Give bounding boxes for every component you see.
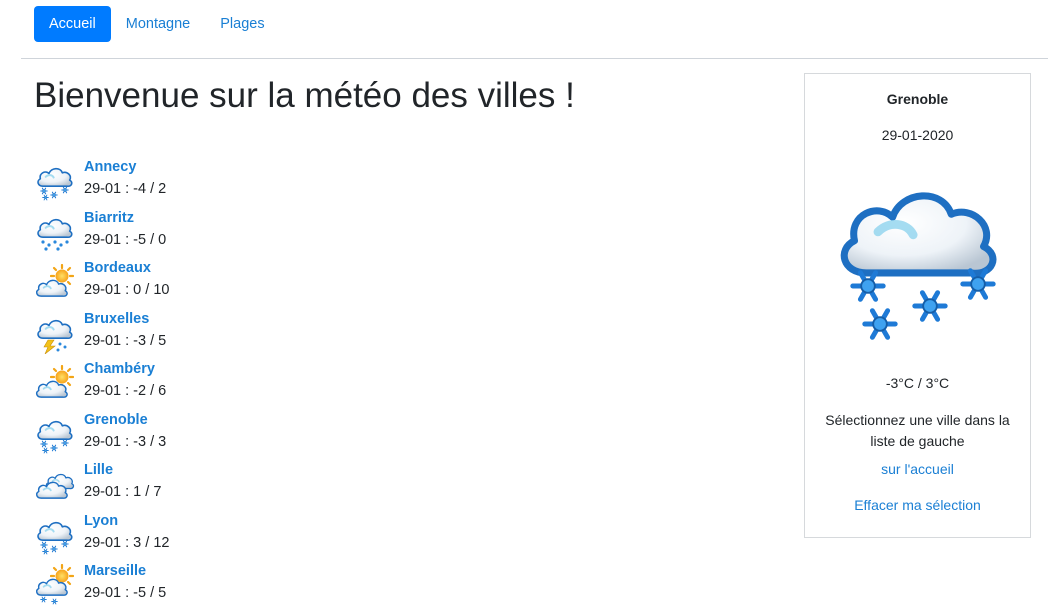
city-link-lyon[interactable]: Lyon [84, 513, 118, 529]
rain-cloud-icon [36, 218, 73, 251]
snow-cloud-icon [36, 167, 73, 201]
city-link-bordeaux[interactable]: Bordeaux [84, 260, 151, 276]
clear-selection-link[interactable]: Effacer ma sélection [805, 497, 1030, 513]
city-temps: 29-01 : -3 / 3 [84, 433, 167, 450]
city-link-lille[interactable]: Lille [84, 462, 113, 478]
city-temps: 29-01 : -3 / 5 [84, 332, 167, 349]
home-link[interactable]: sur l'accueil [805, 461, 1030, 477]
sun-cloud-icon [35, 365, 74, 399]
main-nav: Accueil Montagne Plages [34, 6, 280, 43]
cloudy-icon [35, 473, 75, 500]
page-title: Bienvenue sur la météo des villes ! [34, 76, 575, 115]
city-temps: 29-01 : -5 / 5 [84, 585, 167, 601]
snow-cloud-icon [36, 521, 73, 554]
nav-divider [21, 58, 1048, 59]
list-item: Biarritz 29-01 : -5 / 0 [34, 209, 434, 260]
city-temps: 29-01 : 0 / 10 [84, 282, 170, 298]
city-temps: 29-01 : 1 / 7 [84, 484, 162, 500]
city-link-bruxelles[interactable]: Bruxelles [84, 311, 149, 327]
list-item: Annecy 29-01 : -4 / 2 [34, 158, 434, 209]
panel-temps: -3°C / 3°C [885, 375, 950, 391]
city-link-biarritz[interactable]: Biarritz [84, 210, 134, 226]
list-item: Bordeaux 29-01 : 0 / 10 [34, 259, 434, 310]
nav-tab-plages[interactable]: Plages [205, 6, 279, 42]
selected-city-panel: Grenoble 29-01-2020 -3°C / 3°C Sélection… [804, 73, 1031, 538]
city-list: Annecy 29-01 : -4 / 2 Biarritz 29-01 : -… [34, 158, 434, 613]
city-temps: 29-01 : -5 / 0 [84, 231, 167, 248]
list-item: Lille 29-01 : 1 / 7 [34, 461, 434, 512]
list-item: Chambéry 29-01 : -2 / 6 [34, 360, 434, 411]
list-item: Lyon 29-01 : 3 / 12 [34, 512, 434, 563]
city-temps: 29-01 : 3 / 12 [84, 534, 170, 551]
storm-cloud-icon [36, 319, 73, 354]
list-item: Bruxelles 29-01 : -3 / 5 [34, 310, 434, 361]
panel-city-name: Grenoble [886, 91, 949, 107]
sun-snow-cloud-icon [35, 564, 74, 605]
city-link-chambery[interactable]: Chambéry [84, 361, 155, 377]
sun-cloud-icon [35, 264, 74, 298]
snow-cloud-icon [36, 420, 73, 453]
city-temps: 29-01 : -4 / 2 [84, 181, 167, 197]
city-link-grenoble[interactable]: Grenoble [84, 412, 148, 428]
list-item: Marseille 29-01 : -5 / 5 [34, 562, 434, 613]
city-temps: 29-01 : -2 / 6 [84, 383, 167, 399]
list-item: Grenoble 29-01 : -3 / 3 [34, 411, 434, 462]
nav-tab-accueil[interactable]: Accueil [34, 6, 111, 42]
city-link-marseille[interactable]: Marseille [84, 563, 146, 579]
nav-tab-montagne[interactable]: Montagne [111, 6, 206, 42]
snow-cloud-icon [829, 167, 1009, 352]
city-link-annecy[interactable]: Annecy [84, 159, 136, 175]
panel-date: 29-01-2020 [881, 127, 954, 143]
panel-message: Sélectionnez une ville dans la liste de … [825, 412, 1010, 449]
